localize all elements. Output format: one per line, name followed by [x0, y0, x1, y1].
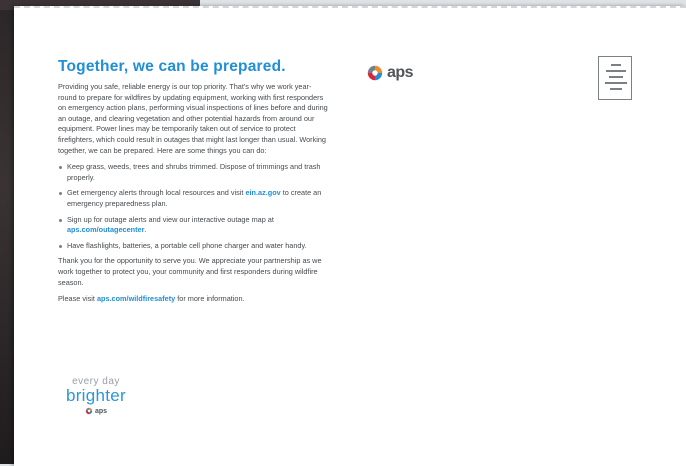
postcard: Together, we can be prepared. Providing …	[14, 6, 686, 466]
tip-text: Keep grass, weeds, trees and shrubs trim…	[67, 162, 321, 182]
postage-indicia	[598, 56, 632, 100]
tip-text: .	[144, 225, 147, 235]
tagline-brighter: brighter	[65, 386, 127, 405]
every-day-brighter-logo: every day brighter aps	[56, 376, 136, 415]
small-aps-logo: aps	[56, 407, 136, 415]
visit-line: Please visit aps.com/wildfiresafety for …	[58, 294, 328, 305]
tip-item: Get emergency alerts through local resou…	[58, 188, 328, 209]
ein-link[interactable]: ein.az.gov	[245, 188, 280, 197]
outage-center-link[interactable]: aps.com/outagecenter	[67, 225, 144, 234]
thanks-paragraph: Thank you for the opportunity to serve y…	[58, 256, 322, 287]
tips-list: Keep grass, weeds, trees and shrubs trim…	[58, 162, 328, 251]
tip-item: Have flashlights, batteries, a portable …	[58, 241, 328, 252]
tip-text: Have flashlights, batteries, a portable …	[67, 240, 307, 250]
visit-text: for more information.	[175, 294, 245, 304]
visit-text: Please visit	[58, 294, 97, 304]
tip-item: Keep grass, weeds, trees and shrubs trim…	[58, 162, 328, 183]
tip-text: Get emergency alerts through local resou…	[67, 188, 246, 198]
headline: Together, we can be prepared.	[58, 58, 286, 75]
wildfire-safety-link[interactable]: aps.com/wildfiresafety	[97, 294, 175, 303]
aps-logo: aps	[366, 64, 414, 82]
aps-wordmark: aps	[387, 64, 414, 81]
message-column: Together, we can be prepared. Providing …	[58, 58, 328, 305]
tip-text: Sign up for outage alerts and view our i…	[67, 214, 274, 224]
tip-item: Sign up for outage alerts and view our i…	[58, 215, 328, 236]
aps-logo-mark-icon	[85, 407, 93, 415]
intro-paragraph: Providing you safe, reliable energy is o…	[58, 82, 328, 155]
aps-logo-mark-icon	[367, 65, 383, 81]
small-aps-wordmark: aps	[94, 407, 108, 415]
